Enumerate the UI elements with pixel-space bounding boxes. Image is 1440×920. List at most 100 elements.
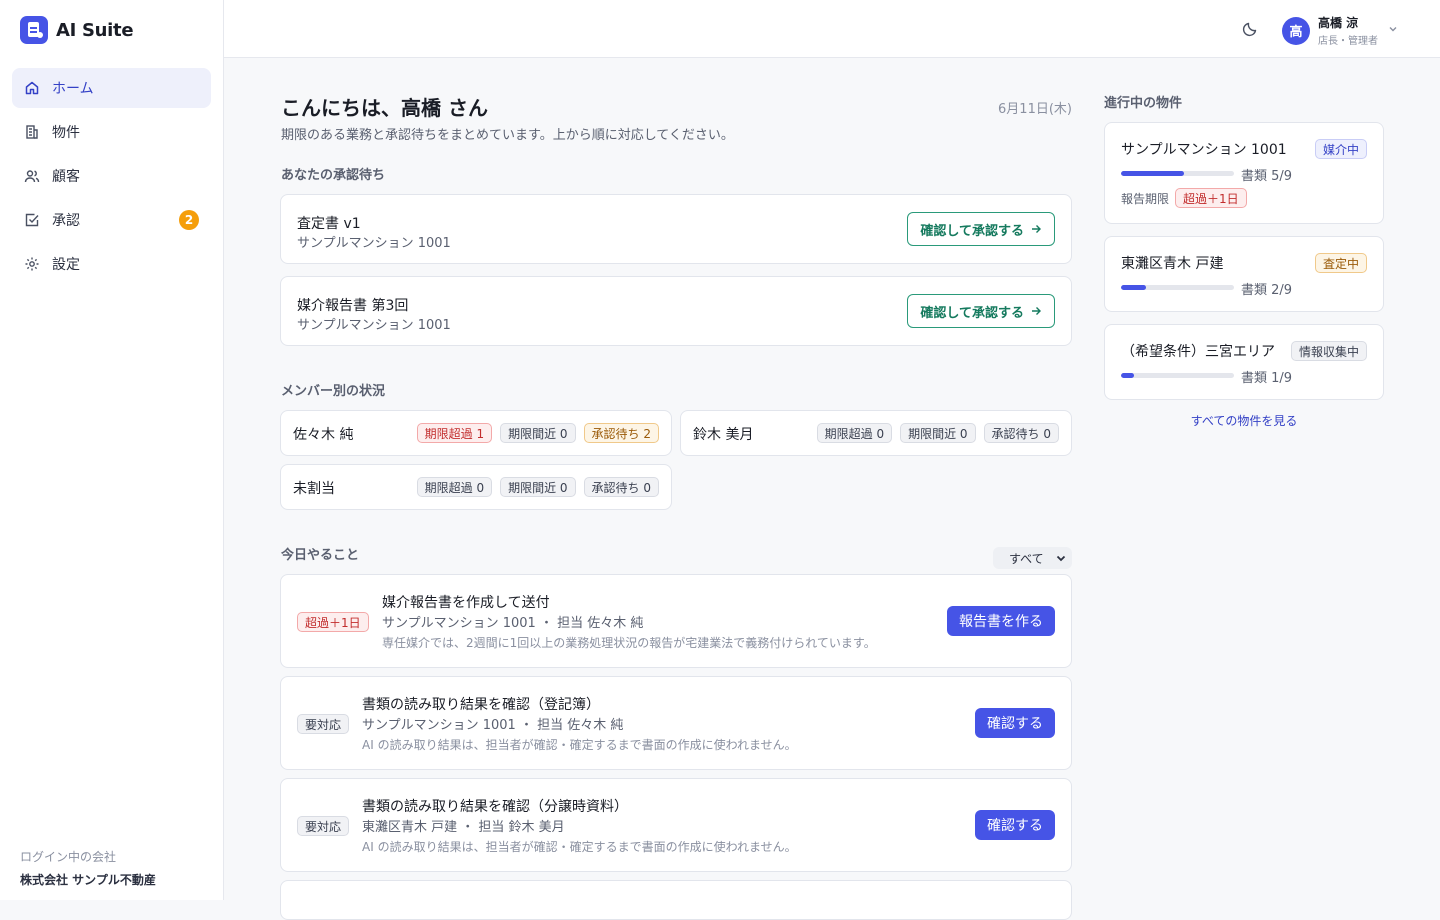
member-name: 佐々木 純: [293, 427, 354, 443]
property-card[interactable]: 東灘区青木 戸建 査定中 書類 2/9: [1104, 236, 1384, 312]
pending-approval-chip: 承認待ち 2: [583, 423, 659, 443]
member-status-card[interactable]: 鈴木 美月 期限超過 0 期限間近 0 承認待ち 0: [680, 410, 1072, 456]
sidebar-item-settings[interactable]: 設定: [12, 244, 211, 284]
task-status-chip: 要対応: [297, 816, 350, 836]
property-card[interactable]: （希望条件）三宮エリア 情報収集中 書類 1/9: [1104, 324, 1384, 400]
task-card: 要対応 書類の読み取り結果を確認（登記簿） サンプルマンション 1001 ・ 担…: [280, 676, 1072, 770]
brand[interactable]: AI Suite: [20, 16, 134, 44]
arrow-right-icon: [1032, 225, 1041, 233]
task-status-chip: 要対応: [297, 714, 350, 734]
sidebar-item-label: 顧客: [52, 169, 80, 185]
document-progress-fill: [1121, 285, 1147, 290]
task-meta: サンプルマンション 1001 ・ 担当 佐々木 純: [382, 616, 644, 631]
sidebar-item-approvals[interactable]: 承認 2: [12, 200, 211, 240]
property-status-badge: 媒介中: [1314, 139, 1367, 159]
property-name: サンプルマンション 1001: [1121, 142, 1287, 158]
sidebar-item-properties[interactable]: 物件: [12, 112, 211, 152]
members-section-title: メンバー別の状況: [281, 384, 386, 399]
dark-mode-toggle[interactable]: [1240, 19, 1260, 39]
properties-section-title: 進行中の物件: [1104, 96, 1183, 111]
company-info: ログイン中の会社 株式会社 サンプル不動産: [20, 848, 156, 888]
approvals-count-badge: 2: [179, 210, 199, 230]
user-name: 高橋 涼: [1318, 16, 1359, 30]
company-label: ログイン中の会社: [20, 850, 117, 864]
chevron-down-icon: [1054, 551, 1068, 568]
confirm-button[interactable]: 確認する: [975, 810, 1055, 840]
user-menu[interactable]: 高 高橋 涼 店長・管理者: [1282, 14, 1398, 47]
near-deadline-chip: 期限間近 0: [500, 477, 576, 497]
task-note: AI の読み取り結果は、担当者が確認・確定するまで書面の作成に使われません。: [362, 738, 797, 752]
task-meta: サンプルマンション 1001 ・ 担当 佐々木 純: [362, 718, 624, 733]
property-name: 東灘区青木 戸建: [1121, 256, 1224, 272]
home-icon: [24, 80, 40, 96]
sidebar-item-label: ホーム: [52, 81, 94, 97]
property-name: （希望条件）三宮エリア: [1121, 344, 1275, 360]
deadline-status-chip: 超過＋1日: [1175, 188, 1247, 208]
near-deadline-chip: 期限間近 0: [900, 423, 976, 443]
sidebar: AI Suite ホーム 物件 顧客 承認 2 設定 ログイン中の会社 株式会社…: [0, 0, 224, 900]
user-role: 店長・管理者: [1318, 36, 1378, 47]
document-progress-fill: [1121, 171, 1184, 176]
document-progress-bar: [1121, 373, 1234, 378]
task-note: 専任媒介では、2週間に1回以上の業務処理状況の報告が宅建業法で義務付けられていま…: [382, 636, 876, 650]
approve-button[interactable]: 確認して承認する: [907, 294, 1055, 328]
page-title: こんにちは、高橋 さん: [281, 96, 488, 120]
building-icon: [24, 124, 40, 140]
sidebar-item-home[interactable]: ホーム: [12, 68, 211, 108]
document-progress-bar: [1121, 285, 1234, 290]
approvals-section-title: あなたの承認待ち: [281, 168, 386, 183]
approval-title: 媒介報告書 第3回: [297, 298, 409, 314]
document-progress-bar: [1121, 171, 1234, 176]
task-note: AI の読み取り結果は、担当者が確認・確定するまで書面の作成に使われません。: [362, 840, 797, 854]
confirm-button[interactable]: 確認する: [975, 708, 1055, 738]
overdue-count-chip: 期限超過 1: [416, 423, 493, 443]
sidebar-item-customers[interactable]: 顧客: [12, 156, 211, 196]
task-filter-select[interactable]: すべて: [993, 547, 1072, 569]
pending-approval-chip: 承認待ち 0: [583, 477, 659, 497]
task-title: 書類の読み取り結果を確認（登記簿）: [362, 697, 600, 713]
document-progress-fill: [1121, 373, 1134, 378]
task-title: 媒介報告書を作成して送付: [382, 595, 550, 611]
create-report-button[interactable]: 報告書を作る: [947, 606, 1055, 636]
task-status-chip: 超過＋1日: [297, 612, 369, 632]
see-all-properties-link[interactable]: すべての物件を見る: [1104, 412, 1384, 429]
users-icon: [24, 168, 40, 184]
sidebar-item-label: 設定: [52, 257, 80, 273]
approve-button[interactable]: 確認して承認する: [907, 212, 1055, 246]
member-status-card[interactable]: 佐々木 純 期限超過 1 期限間近 0 承認待ち 2: [280, 410, 672, 456]
sidebar-item-label: 承認: [52, 213, 80, 229]
chevron-down-icon: [1388, 23, 1398, 38]
overdue-count-chip: 期限超過 0: [416, 477, 493, 497]
property-status-badge: 査定中: [1314, 253, 1367, 273]
task-card: 超過＋1日 媒介報告書を作成して送付 サンプルマンション 1001 ・ 担当 佐…: [280, 574, 1072, 668]
task-title: 書類の読み取り結果を確認（分譲時資料）: [362, 799, 628, 815]
member-name: 未割当: [293, 481, 335, 497]
current-date: 6月11日(木): [998, 102, 1072, 117]
member-status-card[interactable]: 未割当 期限超過 0 期限間近 0 承認待ち 0: [280, 464, 672, 510]
task-card: 要対応 書類の読み取り結果を確認（分譲時資料） 東灘区青木 戸建 ・ 担当 鈴木…: [280, 778, 1072, 872]
gear-icon: [24, 256, 40, 272]
app-logo-icon: [20, 16, 48, 44]
check-square-icon: [24, 212, 40, 228]
top-bar: 高 高橋 涼 店長・管理者: [224, 0, 1440, 58]
property-status-badge: 情報収集中: [1290, 341, 1367, 361]
member-name: 鈴木 美月: [693, 427, 754, 443]
app-name: AI Suite: [56, 19, 134, 41]
overdue-count-chip: 期限超過 0: [816, 423, 893, 443]
today-section-title: 今日やること: [281, 548, 360, 563]
report-deadline-label: 報告期限: [1121, 191, 1170, 206]
approval-property: サンプルマンション 1001: [297, 236, 451, 251]
company-name: 株式会社 サンプル不動産: [20, 873, 156, 887]
task-card: [280, 880, 1072, 920]
arrow-right-icon: [1032, 307, 1041, 315]
near-deadline-chip: 期限間近 0: [500, 423, 576, 443]
task-meta: 東灘区青木 戸建 ・ 担当 鈴木 美月: [362, 820, 565, 835]
task-filter-value: すべて: [1009, 551, 1044, 566]
approval-card: 査定書 v1 サンプルマンション 1001 確認して承認する: [280, 194, 1072, 264]
approval-title: 査定書 v1: [297, 216, 361, 232]
sidebar-item-label: 物件: [52, 125, 80, 141]
approve-button-label: 確認して承認する: [920, 223, 1024, 239]
property-card[interactable]: サンプルマンション 1001 媒介中 書類 5/9 報告期限 超過＋1日: [1104, 122, 1384, 224]
page-subtitle: 期限のある業務と承認待ちをまとめています。上から順に対応してください。: [281, 128, 734, 143]
sidebar-nav: ホーム 物件 顧客 承認 2 設定: [12, 68, 211, 288]
